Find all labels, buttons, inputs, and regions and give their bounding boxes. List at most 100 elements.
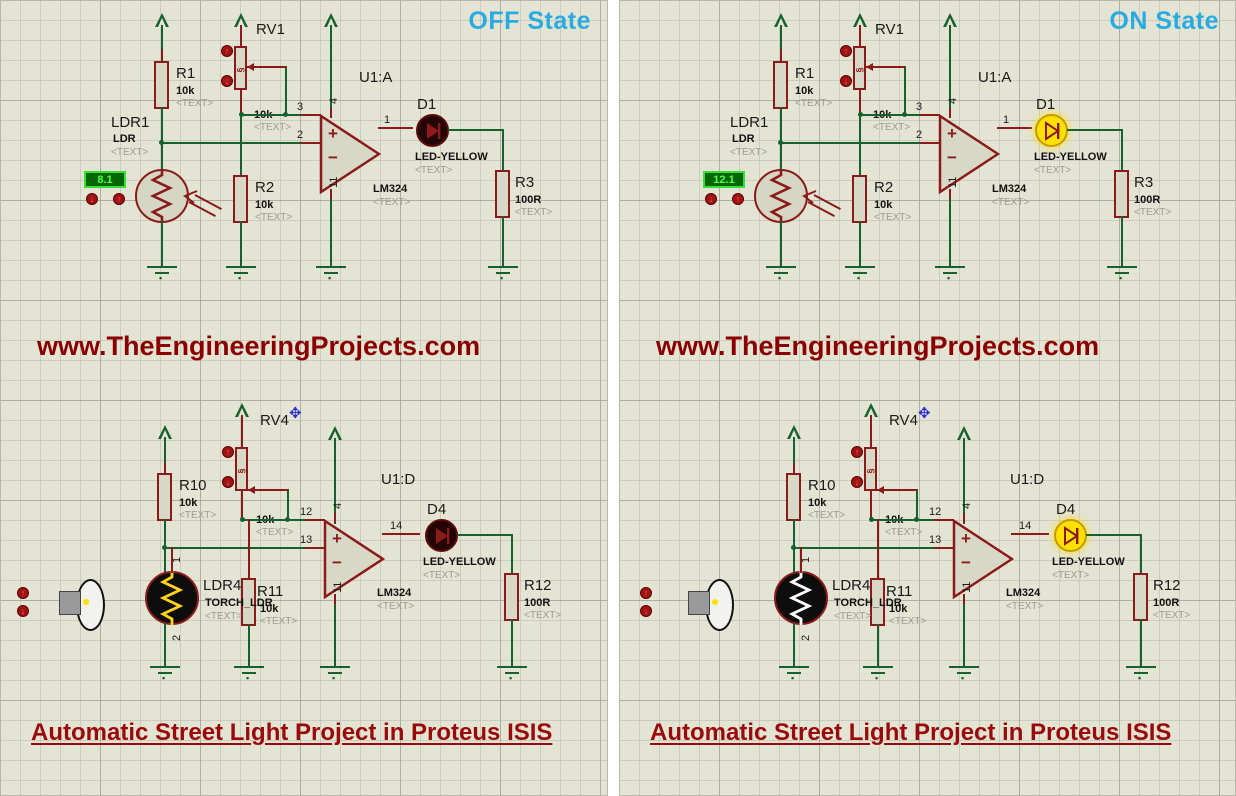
wire-rv4-to-pin12 xyxy=(287,490,289,520)
wire-to-r12-top xyxy=(511,534,513,574)
ldr1-decrease-button[interactable]: ↓ xyxy=(705,193,717,205)
label-rv4-text: <TEXT> xyxy=(256,527,294,538)
led-d4-diode-glyph xyxy=(1064,526,1079,546)
wire-r1-bottom xyxy=(780,107,782,169)
resistor-r12[interactable] xyxy=(1133,573,1148,621)
rv1-increase-button[interactable]: ↑ xyxy=(840,45,852,57)
resistor-r3[interactable] xyxy=(1114,170,1129,218)
label-rv4-ref: RV4 xyxy=(889,412,918,429)
ldr1-increase-button[interactable]: ↑ xyxy=(113,193,125,205)
ground-symbol xyxy=(766,266,796,268)
torch-lamp-body[interactable] xyxy=(59,591,81,615)
ground-tick: ▪ xyxy=(961,673,965,683)
label-r10-value: 10k xyxy=(179,497,198,509)
wiper-arrow xyxy=(248,486,255,494)
wire-to-r3-top xyxy=(1121,129,1123,171)
torch-increase-button[interactable]: ↑ xyxy=(640,587,652,599)
label-d1-ref: D1 xyxy=(417,96,437,113)
label-u1a-value: LM324 xyxy=(373,183,408,195)
label-d4-ref: D4 xyxy=(1056,501,1076,518)
label-r1-ref: R1 xyxy=(176,65,196,82)
label-d1-value: LED-YELLOW xyxy=(415,151,488,163)
led-d1-diode-glyph xyxy=(1045,121,1060,141)
wire-rv1-to-pin3 xyxy=(285,67,287,115)
opamp-inverting-sign: − xyxy=(947,148,957,167)
resistor-r2[interactable] xyxy=(852,175,867,223)
resistor-r2[interactable] xyxy=(233,175,248,223)
label-r12-text: <TEXT> xyxy=(1153,610,1191,621)
label-d4-value: LED-YELLOW xyxy=(423,556,496,568)
torch-increase-button[interactable]: ↑ xyxy=(17,587,29,599)
wire-r3-bottom xyxy=(502,216,504,267)
rv4-decrease-button[interactable]: ↓ xyxy=(222,476,234,488)
wire-opamp-out xyxy=(997,127,1032,129)
wire-d1-to-r3 xyxy=(1067,129,1123,131)
label-r12-ref: R12 xyxy=(524,577,552,594)
label-u1d-value: LM324 xyxy=(377,587,412,599)
junction-dot xyxy=(778,140,783,145)
light-arrow-head xyxy=(802,190,817,204)
ground-tick: ▪ xyxy=(857,273,861,283)
label-ldr1-value: LDR xyxy=(732,133,755,145)
opamp-noninverting-sign: + xyxy=(332,529,342,548)
wire-opamp-d-vcc-stub xyxy=(963,513,965,523)
label-r10-value: 10k xyxy=(808,497,827,509)
ldr1-decrease-button[interactable]: ↓ xyxy=(86,193,98,205)
pin-label-4: 4 xyxy=(328,97,340,104)
wire-opamp-vcc-stub xyxy=(949,108,951,118)
wire-rv1-bottom xyxy=(859,88,861,115)
wire-r2-top xyxy=(240,114,242,176)
junction-dot xyxy=(791,545,796,550)
rv1-decrease-button[interactable]: ↓ xyxy=(221,75,233,87)
label-d1-text: <TEXT> xyxy=(1034,165,1072,176)
resistor-r3[interactable] xyxy=(495,170,510,218)
rv4-increase-button[interactable]: ↑ xyxy=(222,446,234,458)
wire-opamp-vcc-stub xyxy=(330,108,332,118)
junction-dot xyxy=(914,517,919,522)
pin-label-12: 12 xyxy=(929,506,942,518)
schematic-panel-on[interactable]: ON State R1 10k <TEXT> RV1 § ↑ ↓ 10k <TE… xyxy=(619,0,1236,796)
resistor-r12[interactable] xyxy=(504,573,519,621)
label-r10-ref: R10 xyxy=(179,477,207,494)
state-label-off: OFF State xyxy=(468,7,591,35)
resistor-r1[interactable] xyxy=(154,61,169,109)
wire-opamp-out xyxy=(378,127,413,129)
rv4-decrease-button[interactable]: ↓ xyxy=(851,476,863,488)
label-rv4-ref: RV4 xyxy=(260,412,289,429)
wire-pin2-stub xyxy=(301,142,321,144)
label-r12-value: 100R xyxy=(524,597,551,609)
pin-label-11: 11 xyxy=(947,176,959,188)
resistor-r10[interactable] xyxy=(157,473,172,521)
label-ldr1-ref: LDR1 xyxy=(111,114,150,131)
opamp-noninverting-sign: + xyxy=(947,124,957,143)
torch-lamp-body[interactable] xyxy=(688,591,710,615)
rv4-increase-button[interactable]: ↑ xyxy=(851,446,863,458)
label-u1a-ref: U1:A xyxy=(359,69,393,86)
ground-symbol xyxy=(1126,666,1156,668)
resistor-r1[interactable] xyxy=(773,61,788,109)
ground-symbol xyxy=(1107,266,1137,268)
resistor-r10[interactable] xyxy=(786,473,801,521)
label-r3-value: 100R xyxy=(1134,194,1161,206)
label-rv1-text: <TEXT> xyxy=(873,122,911,133)
pin-label-12: 12 xyxy=(300,506,313,518)
ground-symbol xyxy=(320,666,350,668)
label-rv4-text: <TEXT> xyxy=(885,527,923,538)
torch-decrease-button[interactable]: ↓ xyxy=(17,605,29,617)
label-d1-value: LED-YELLOW xyxy=(1034,151,1107,163)
rv1-decrease-button[interactable]: ↓ xyxy=(840,75,852,87)
pin-label-13: 13 xyxy=(929,534,942,546)
ground-tick: ▪ xyxy=(875,673,879,683)
wire-node-pin13 xyxy=(164,547,323,549)
ground-symbol xyxy=(316,266,346,268)
wire-d4-to-r12 xyxy=(457,534,513,536)
ground-symbol xyxy=(845,266,875,268)
ldr1-increase-button[interactable]: ↑ xyxy=(732,193,744,205)
rv1-increase-button[interactable]: ↑ xyxy=(221,45,233,57)
wire-pin3-stub xyxy=(301,114,321,116)
torch-decrease-button[interactable]: ↓ xyxy=(640,605,652,617)
ground-symbol xyxy=(779,666,809,668)
label-d4-ref: D4 xyxy=(427,501,447,518)
wire-ldr4-top xyxy=(800,547,802,573)
schematic-panel-off[interactable]: OFF State R1 10k <TEXT> RV1 § ↑ ↓ 10k <T… xyxy=(0,0,608,796)
